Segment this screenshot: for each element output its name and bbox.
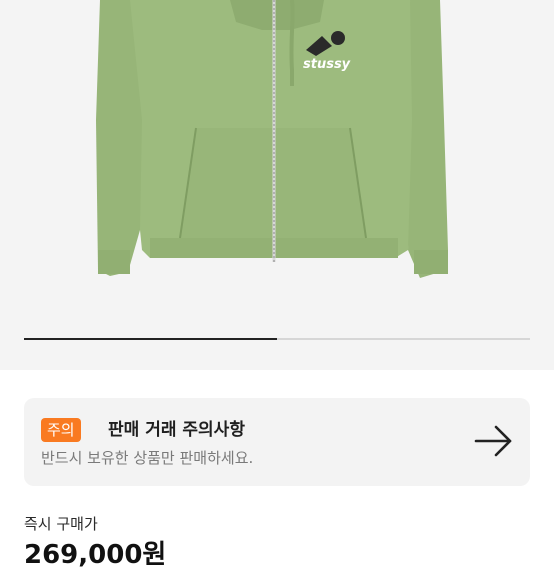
image-slider-track[interactable]: [24, 338, 530, 340]
caution-title: 판매 거래 주의사항: [108, 420, 245, 440]
caution-description: 반드시 보유한 상품만 판매하세요.: [41, 449, 254, 467]
arrow-right-icon[interactable]: [474, 424, 514, 458]
image-slider-progress: [24, 338, 277, 340]
selling-caution-card[interactable]: 주의 판매 거래 주의사항 반드시 보유한 상품만 판매하세요.: [24, 398, 530, 486]
caution-badge: 주의: [41, 418, 81, 442]
product-image-area[interactable]: stussy: [0, 0, 554, 370]
instant-buy-price-label: 즉시 구매가: [24, 515, 98, 533]
instant-buy-price: 269,000원: [24, 540, 167, 570]
hoodie-image: stussy: [96, 0, 448, 278]
stussy-logo: stussy: [303, 57, 351, 72]
